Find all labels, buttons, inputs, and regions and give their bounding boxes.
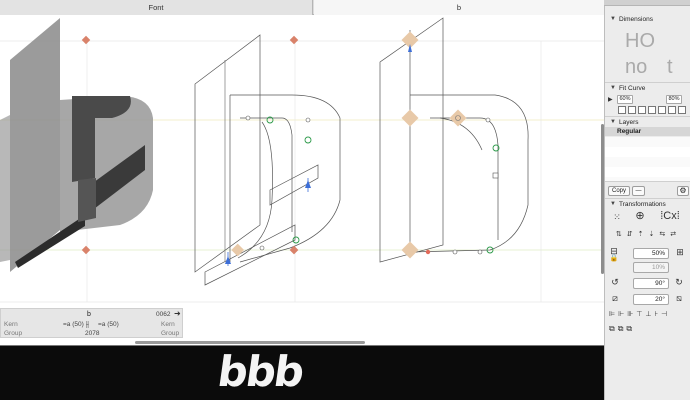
collapse-triangle-icon[interactable]: ▼ xyxy=(610,14,616,25)
fit-curve-button[interactable] xyxy=(648,106,656,114)
scale-y-field[interactable]: 10% xyxy=(633,262,669,273)
glyph-info-box: b 0062 ➜ Kern =a (50) ⫲ =a (50) Kern Gro… xyxy=(0,308,183,338)
tab-font[interactable]: Font xyxy=(0,0,313,15)
fit-curve-button[interactable] xyxy=(638,106,646,114)
layer-scrollbar[interactable] xyxy=(601,124,604,274)
rotate-ccw-icon[interactable]: ↺ xyxy=(609,277,621,287)
glyph-edit-canvas[interactable] xyxy=(0,15,604,345)
align-selection-icon[interactable]: ⁙ xyxy=(611,212,623,222)
glyph-width[interactable]: 2078 xyxy=(85,330,99,337)
right-panel: ▼ Dimensions HO no t ▼ Fit Curve ▶ 60% 8… xyxy=(601,6,690,400)
layer-item-regular[interactable]: Regular xyxy=(605,127,690,136)
play-triangle-icon[interactable]: ▶ xyxy=(608,95,613,105)
fit-curve-button[interactable] xyxy=(618,106,626,114)
layer-item-label: Regular xyxy=(617,128,642,135)
copy-button[interactable]: Copy xyxy=(608,186,630,196)
left-sidebearing[interactable]: =a (50) xyxy=(63,321,84,328)
tab-glyph-b[interactable]: b xyxy=(314,0,604,15)
fit-curve-button[interactable] xyxy=(668,106,676,114)
kern-left-label: Kern xyxy=(4,321,18,328)
transform-origin-icon[interactable]: ⊕ xyxy=(633,211,647,222)
scale-x-field[interactable]: 50% xyxy=(633,248,669,259)
preview-text: bbb xyxy=(214,347,306,396)
rotate-cw-icon[interactable]: ↻ xyxy=(673,277,685,287)
lock-icon[interactable]: 🔒 xyxy=(609,254,619,264)
glyph-3-nodes[interactable] xyxy=(401,31,500,259)
rotate-field[interactable]: 90° xyxy=(633,278,669,289)
fit-curve-button[interactable] xyxy=(658,106,666,114)
group-left-label: Group xyxy=(4,330,23,337)
collapse-triangle-icon[interactable]: ▼ xyxy=(610,83,616,94)
dimensions-sample[interactable]: HO no t xyxy=(615,28,685,80)
fit-curve-button[interactable] xyxy=(678,106,686,114)
glyph-unicode[interactable]: 0062 xyxy=(156,311,170,318)
transformations-header[interactable]: ▼ Transformations xyxy=(605,198,690,209)
mirror-icons[interactable]: ⇅⇵⇡⇣⇆⇄ xyxy=(611,230,686,240)
tab-bar: Font b xyxy=(0,0,604,15)
horizontal-scrollbar[interactable] xyxy=(135,341,365,344)
layers-list xyxy=(605,137,690,182)
collapse-triangle-icon[interactable]: ▼ xyxy=(610,199,616,210)
preview-area: bbb xyxy=(0,345,604,400)
kern-right-label: Kern xyxy=(161,321,175,328)
arrow-right-icon[interactable]: ➜ xyxy=(174,309,181,318)
boolean-ops-icons[interactable]: ⧉⧉⧉ xyxy=(609,324,649,334)
fit-curve-header[interactable]: ▼ Fit Curve xyxy=(605,82,690,93)
dimension-sample-bottom-right: t xyxy=(667,56,673,78)
align-icons[interactable]: ⊫⊩⊪⊤⊥⊦⊣ xyxy=(609,310,687,320)
fit-curve-max-field[interactable]: 80% xyxy=(666,95,682,104)
slant-left-icon[interactable]: ⧄ xyxy=(609,293,621,303)
group-right-label: Group xyxy=(161,330,180,337)
dimensions-header[interactable]: ▼ Dimensions xyxy=(605,14,690,25)
dimension-sample-bottom-left: no xyxy=(625,56,648,78)
right-sidebearing[interactable]: =a (50) xyxy=(98,321,119,328)
slant-right-icon[interactable]: ⧅ xyxy=(673,293,685,303)
clipboard-icon[interactable]: — xyxy=(632,186,645,196)
glyph-b-wireframe[interactable] xyxy=(194,34,341,286)
sidebearing-icon: ⫲ xyxy=(86,319,89,329)
fit-curve-button[interactable] xyxy=(628,106,636,114)
glyph-b-outline[interactable] xyxy=(379,17,529,263)
flip-icon[interactable]: ⁞Cx⁞ xyxy=(655,211,685,222)
layers-header[interactable]: ▼ Layers xyxy=(605,116,690,127)
dimension-sample-top: HO xyxy=(625,30,655,52)
glyph-2-nodes[interactable] xyxy=(225,115,312,266)
slant-field[interactable]: 20° xyxy=(633,294,669,305)
scale-up-icon[interactable]: ⊞ xyxy=(673,247,687,257)
fit-curve-min-field[interactable]: 60% xyxy=(617,95,633,104)
gear-icon[interactable]: ⚙ xyxy=(677,186,689,196)
glyph-b-filled[interactable] xyxy=(0,18,153,272)
glyph-name[interactable]: b xyxy=(87,311,91,318)
